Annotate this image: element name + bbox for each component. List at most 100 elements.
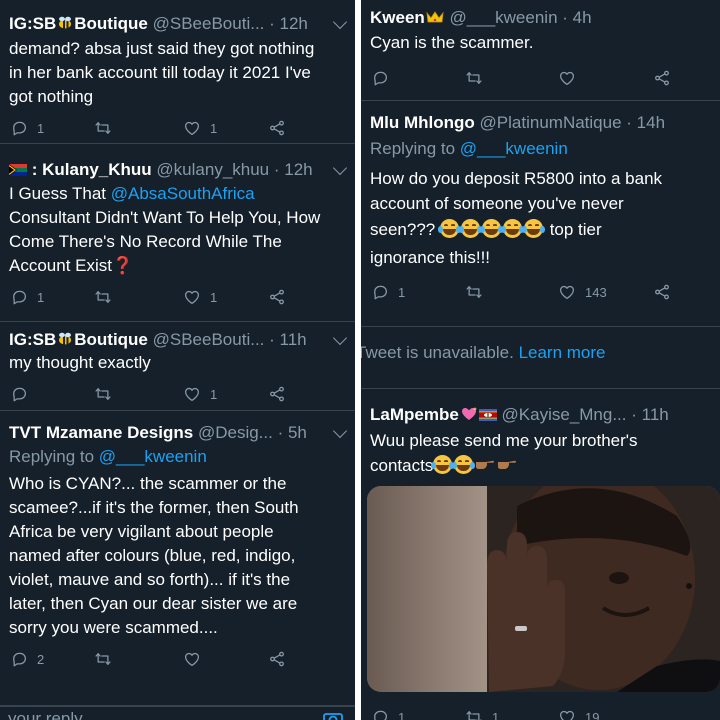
camera-icon[interactable] [323,711,343,720]
share-button[interactable] [268,383,286,405]
tweet-header: TVT Mzamane Designs @Desig... · 5h [9,421,347,445]
like-count: 143 [585,284,607,300]
tweet[interactable]: Kween @___kweenin · 4h Cyan is the scamm… [361,0,720,101]
display-name-suffix[interactable]: Boutique [74,330,148,349]
retweet-button[interactable] [94,383,112,405]
display-name[interactable]: Kween [370,8,425,27]
tweet[interactable]: LaMpembe @Kayise_Mng... · 11h Wuu please… [361,389,720,720]
tweet-time[interactable]: · 12h [274,160,313,179]
like-count: 1 [210,386,218,402]
reply-count: 2 [37,651,45,667]
tweet-text-line: Cyan is the scammer. [370,33,534,52]
reply-count: 1 [398,284,406,300]
tweet-text-line: scamee?...if it's the former, then South [9,498,299,517]
user-handle[interactable]: @SBeeBouti... [153,330,265,349]
like-button[interactable]: 1 [183,383,217,405]
heart-icon [183,385,201,403]
tweet-header: Kween @___kweenin · 4h [370,6,712,30]
pointing-right-hand-icon [476,460,495,469]
replying-to-label: Replying to [370,139,456,158]
tweet-header: IG:SB Boutique @SBeeBouti... · 11h [9,328,347,352]
retweet-button[interactable]: 1 [465,706,499,720]
tweet-text-line: account of someone you've never [370,194,624,213]
tweet-time[interactable]: · 5h [278,423,307,442]
tweet-text-line: How do you deposit R5800 into a bank [370,169,663,188]
tweet-time[interactable]: · 11h [631,405,669,424]
share-button[interactable] [653,281,671,303]
south-africa-flag-icon [9,164,27,176]
mention-link[interactable]: @AbsaSouthAfrica [111,184,255,203]
reply-button[interactable]: 1 [371,281,405,303]
retweet-button[interactable] [465,67,483,89]
learn-more-link[interactable]: Learn more [519,343,606,362]
retweet-button[interactable] [94,648,112,670]
unavailable-text: Tweet is unavailable. [361,343,514,362]
retweet-button[interactable] [94,117,112,139]
share-icon [653,69,671,87]
pointing-right-hand-icon [498,460,517,469]
user-handle[interactable]: @___kweenin [450,8,558,27]
reply-button[interactable]: 1 [371,706,405,720]
share-button[interactable] [268,648,286,670]
like-count: 1 [210,289,218,305]
tears-of-joy-emoji [431,455,455,474]
eswatini-flag-icon [478,409,497,421]
display-name[interactable]: IG:SB [9,14,56,33]
display-name[interactable]: LaMpembe [370,405,459,424]
tears-of-joy-emoji [521,219,545,238]
reply-button[interactable] [371,67,389,89]
tweet-text: contacts [370,456,434,475]
tweet[interactable]: IG:SB Boutique @SBeeBouti... · 12h demand… [0,0,355,144]
share-button[interactable] [653,67,671,89]
tweet[interactable]: TVT Mzamane Designs @Desig... · 5h Reply… [0,411,355,706]
like-button[interactable]: 1 [183,286,217,308]
reply-button[interactable]: 1 [10,117,44,139]
tweet-time[interactable]: · 12h [269,14,308,33]
display-name[interactable]: Mlu Mhlongo [370,113,475,132]
share-icon [268,288,286,306]
user-handle[interactable]: @Kayise_Mng... [502,405,627,424]
reply-icon [10,385,28,403]
reply-button[interactable]: 2 [10,648,44,670]
tears-of-joy-emoji [479,219,503,238]
user-handle[interactable]: @kulany_khuu [156,160,269,179]
retweet-button[interactable] [94,286,112,308]
tweet-time[interactable]: · 14h [626,113,665,132]
like-button[interactable]: 1 [183,117,217,139]
tweet[interactable]: : Kulany_Khuu @kulany_khuu · 12h I Guess… [0,144,355,322]
tweet-text-line: named after colours (blue, red, indigo, [9,546,296,565]
replying-to-handle[interactable]: @___kweenin [99,447,207,466]
tweet-text-line: demand? absa just said they got nothing [9,39,315,58]
like-button[interactable] [558,67,576,89]
tweet-actions: 1 1 [0,117,355,139]
tweet-text-line: seen??? top tier [370,218,712,244]
display-name[interactable]: IG:SB [9,330,56,349]
reply-button[interactable] [10,383,28,405]
heart-icon [558,708,576,720]
like-button[interactable]: 19 [558,706,599,720]
user-handle[interactable]: @Desig... [198,423,273,442]
display-name[interactable]: : Kulany_Khuu [32,160,152,179]
reply-composer[interactable]: your reply [0,706,355,720]
reply-icon [10,288,28,306]
retweet-button[interactable] [465,281,483,303]
attached-photo[interactable] [367,486,720,692]
replying-to-handle[interactable]: @___kweenin [460,139,568,158]
like-button[interactable] [183,648,201,670]
tweet[interactable]: Mlu Mhlongo @PlatinumNatique · 14h Reply… [361,101,720,327]
like-button[interactable]: 143 [558,281,607,303]
tweet[interactable]: IG:SB Boutique @SBeeBouti... · 11h my tho… [0,322,355,411]
heart-icon [558,283,576,301]
share-button[interactable] [268,286,286,308]
display-name-suffix[interactable]: Boutique [74,14,148,33]
retweet-icon [94,650,112,668]
share-button[interactable] [268,117,286,139]
display-name[interactable]: TVT Mzamane Designs [9,423,193,442]
user-handle[interactable]: @SBeeBouti... [153,14,265,33]
tweet-time[interactable]: · 11h [269,330,307,349]
tweet-text-line: sorry you were scammed.... [9,618,218,637]
reply-button[interactable]: 1 [10,286,44,308]
tweet-text-line: violet, mauve and so forth)... if it's t… [9,570,291,589]
tweet-time[interactable]: · 4h [562,8,591,27]
user-handle[interactable]: @PlatinumNatique [480,113,622,132]
